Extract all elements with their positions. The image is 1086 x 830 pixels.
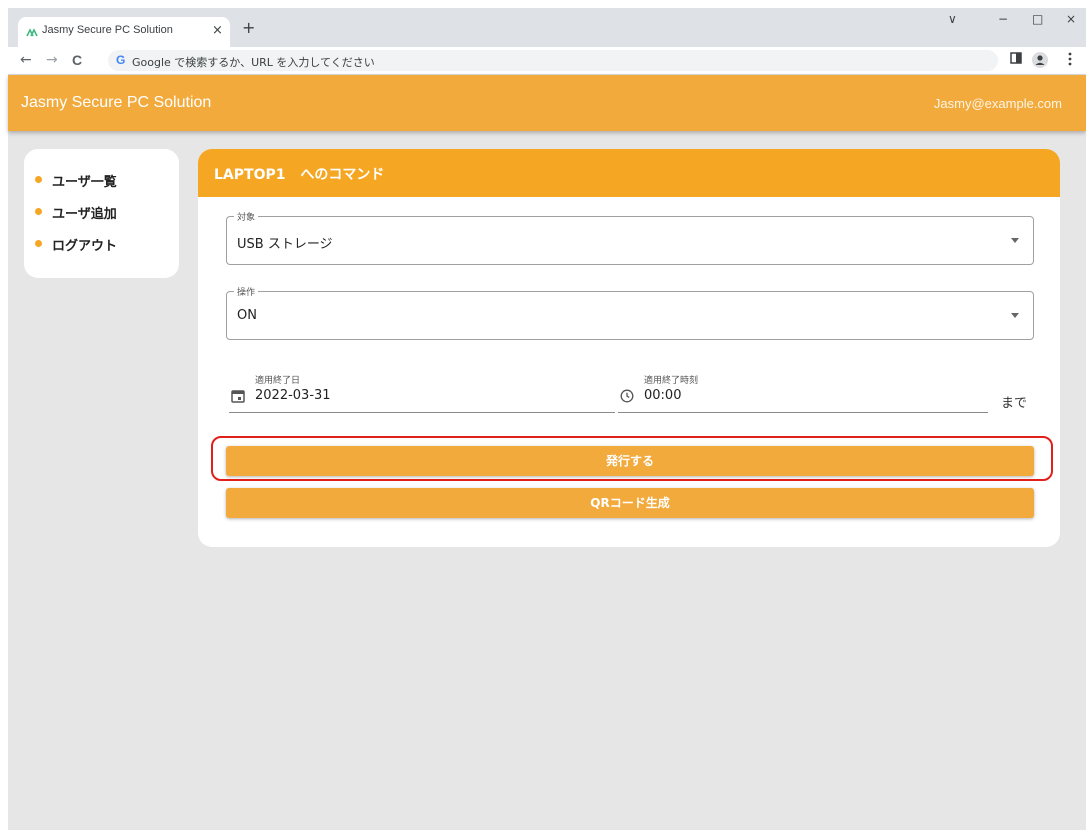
app-bar: Jasmy Secure PC Solution Jasmy@example.c… [8, 75, 1086, 131]
sidebar-item-logout[interactable]: ログアウト [35, 235, 118, 254]
browser-tab-bar: Jasmy Secure PC Solution × + ∨ − □ × [8, 8, 1086, 47]
target-select[interactable]: 対象 USB ストレージ [226, 210, 1034, 265]
end-time-label: 適用終了時刻 [644, 376, 699, 386]
profile-icon[interactable] [1032, 52, 1048, 71]
end-date-field[interactable]: 適用終了日 2022-03-31 [229, 373, 615, 413]
bullet-icon [35, 208, 42, 215]
omnibox[interactable]: G Google で検索するか、URL を入力してください [108, 50, 998, 71]
reload-icon[interactable]: C [72, 52, 82, 68]
dropdown-arrow-icon [1011, 238, 1019, 243]
app-title: Jasmy Secure PC Solution [21, 94, 212, 111]
google-icon: G [116, 53, 126, 67]
minimize-icon[interactable]: − [998, 12, 1008, 26]
tab-search-icon[interactable]: ∨ [948, 12, 957, 26]
target-value: USB ストレージ [237, 237, 333, 252]
omnibox-placeholder: Google で検索するか、URL を入力してください [132, 56, 375, 69]
user-email: Jasmy@example.com [933, 96, 1062, 111]
end-date-value: 2022-03-31 [255, 388, 331, 403]
clock-icon [620, 389, 634, 403]
operation-value: ON [237, 308, 257, 323]
sidebar-item-user-list[interactable]: ユーザ一覧 [35, 171, 117, 190]
maximize-icon[interactable]: □ [1032, 12, 1043, 26]
back-icon[interactable]: ← [20, 52, 32, 68]
end-date-label: 適用終了日 [255, 376, 301, 386]
operation-legend: 操作 [234, 285, 259, 298]
target-legend: 対象 [234, 210, 259, 223]
address-bar: ← → C G Google で検索するか、URL を入力してください [8, 47, 1086, 75]
issue-button[interactable]: 発行する [226, 446, 1034, 476]
bullet-icon [35, 240, 42, 247]
page-content: Jasmy Secure PC Solution Jasmy@example.c… [8, 75, 1086, 830]
dropdown-arrow-icon [1011, 313, 1019, 318]
end-time-field[interactable]: 適用終了時刻 00:00 [618, 373, 988, 413]
menu-kebab-icon[interactable] [1068, 52, 1072, 69]
bullet-icon [35, 176, 42, 183]
sidebar-item-label: ログアウト [52, 239, 118, 254]
sidebar-item-label: ユーザ追加 [52, 207, 117, 222]
forward-icon[interactable]: → [46, 52, 58, 68]
jasmy-favicon-icon [26, 28, 38, 37]
until-label: まで [1001, 396, 1028, 411]
tab-close-icon[interactable]: × [212, 23, 223, 38]
command-card: LAPTOP1 へのコマンド 対象 USB ストレージ 操作 ON 適用終了日 … [198, 149, 1060, 547]
qr-code-button[interactable]: QRコード生成 [226, 488, 1034, 518]
side-navigation: ユーザ一覧 ユーザ追加 ログアウト [24, 149, 179, 278]
new-tab-button[interactable]: + [242, 20, 255, 36]
close-window-icon[interactable]: × [1066, 12, 1076, 26]
end-time-value: 00:00 [644, 388, 682, 403]
sidebar-item-add-user[interactable]: ユーザ追加 [35, 203, 117, 222]
card-title: LAPTOP1 へのコマンド [214, 167, 385, 183]
side-panel-icon[interactable] [1010, 52, 1022, 67]
calendar-icon [231, 390, 245, 403]
card-header: LAPTOP1 へのコマンド [198, 149, 1060, 197]
sidebar-item-label: ユーザ一覧 [52, 175, 117, 190]
browser-tab[interactable]: Jasmy Secure PC Solution × [18, 17, 230, 47]
tab-title: Jasmy Secure PC Solution [42, 24, 173, 36]
operation-select[interactable]: 操作 ON [226, 285, 1034, 340]
